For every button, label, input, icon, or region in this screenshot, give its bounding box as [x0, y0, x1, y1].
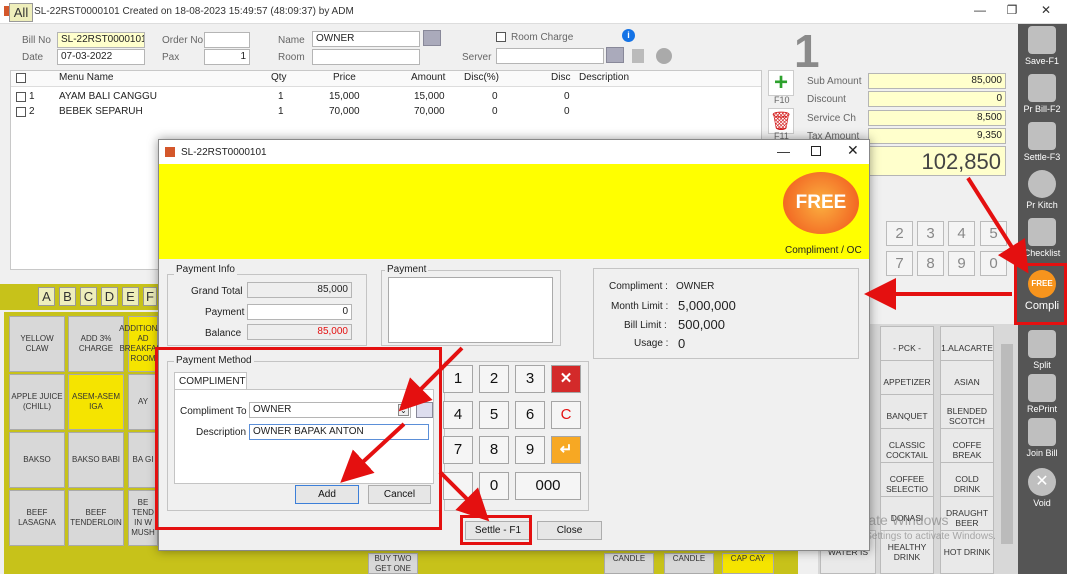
annotation-arrows: [340, 176, 1029, 522]
